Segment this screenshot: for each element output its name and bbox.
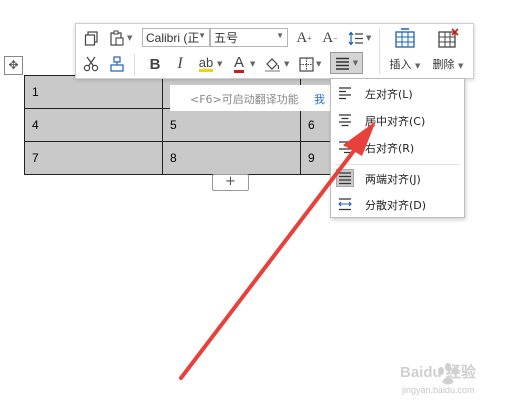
watermark-url: jingyan.baidu.com — [402, 385, 475, 395]
watermark-brand: Baidu 经验 — [400, 364, 476, 381]
annotation-arrow — [179, 121, 376, 380]
baidu-watermark: Baidu 经验 jingyan.baidu.com — [400, 355, 520, 401]
